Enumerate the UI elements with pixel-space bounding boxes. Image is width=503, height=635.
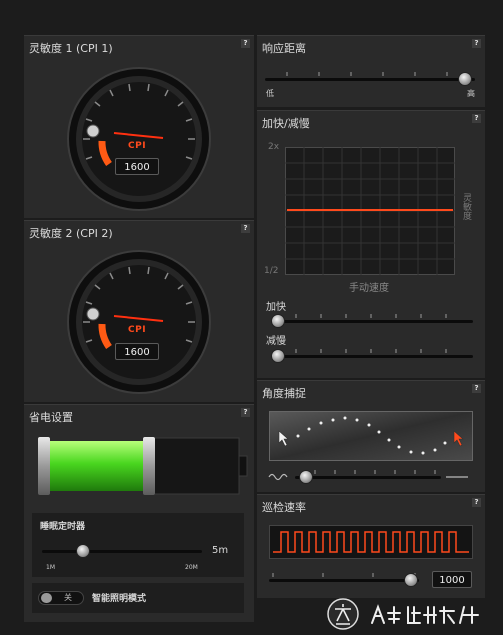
- accel-slider[interactable]: [271, 320, 473, 323]
- polling-slider[interactable]: [269, 579, 419, 582]
- response-low-label: 低: [266, 89, 274, 98]
- toggle-state: 关: [64, 593, 72, 602]
- cpi2-label: CPI: [128, 325, 147, 335]
- help-icon[interactable]: ?: [472, 498, 481, 507]
- sleep-timer-title: 睡眠定时器: [40, 522, 86, 532]
- angle-ticks: [314, 470, 436, 474]
- response-high-label: 高: [467, 89, 475, 98]
- smart-lighting-row: 关 智能照明模式: [32, 583, 244, 613]
- accel-curve-graph: [285, 147, 455, 275]
- sleep-timer-slider[interactable]: [42, 550, 202, 553]
- sensitivity1-title: 灵敏度 1 (CPI 1): [29, 42, 113, 55]
- sensitivity1-panel: 灵敏度 1 (CPI 1) ? CPI 1600: [24, 35, 254, 218]
- angle-slider-knob[interactable]: [299, 470, 313, 484]
- cpi2-dial[interactable]: [64, 247, 214, 397]
- straight-line-icon: [446, 476, 468, 478]
- decel-slider-label: 减慢: [266, 336, 286, 347]
- polling-title: 巡检速率: [262, 501, 306, 514]
- cpi1-label: CPI: [128, 141, 147, 151]
- response-slider-knob[interactable]: [458, 72, 472, 86]
- power-panel: 省电设置 ? 睡眠定时器 5m 1M 20M 关 智能照明模式: [24, 404, 254, 622]
- polling-slider-knob[interactable]: [404, 573, 418, 587]
- cpi1-dial[interactable]: [64, 64, 214, 214]
- sensitivity2-panel: 灵敏度 2 (CPI 2) ? CPI 1600: [24, 220, 254, 402]
- help-icon[interactable]: ?: [241, 408, 250, 417]
- angle-title: 角度捕捉: [262, 387, 306, 400]
- sleep-timer-slider-knob[interactable]: [76, 544, 90, 558]
- decel-slider-knob[interactable]: [271, 349, 285, 363]
- decel-ticks: [295, 349, 447, 353]
- smart-lighting-label: 智能照明模式: [92, 594, 147, 604]
- decel-slider[interactable]: [271, 355, 473, 358]
- polling-ticks: [272, 573, 416, 577]
- sleep-timer-box: 睡眠定时器 5m 1M 20M: [32, 513, 244, 577]
- angle-slider[interactable]: [295, 476, 441, 479]
- cpi2-value-field[interactable]: 1600: [115, 343, 159, 360]
- response-panel: 响应距离 ? 低 高: [257, 35, 485, 107]
- sleep-timer-max-label: 20M: [185, 564, 198, 571]
- sleep-timer-min-label: 1M: [46, 564, 55, 571]
- watermark: [320, 593, 503, 635]
- angle-preview: [269, 411, 473, 461]
- accel-slider-knob[interactable]: [271, 314, 285, 328]
- toggle-knob: [41, 593, 52, 603]
- polling-value-field[interactable]: 1000: [432, 571, 472, 588]
- wave-icon: [268, 473, 288, 481]
- help-icon[interactable]: ?: [241, 39, 250, 48]
- watermark-text-logo: [371, 604, 479, 624]
- accel-y-bottom-label: 1/2: [264, 266, 279, 276]
- response-ticks: [286, 72, 448, 76]
- help-icon[interactable]: ?: [472, 384, 481, 393]
- help-icon[interactable]: ?: [241, 224, 250, 233]
- accel-ticks: [295, 314, 447, 318]
- power-title: 省电设置: [29, 411, 73, 424]
- response-title: 响应距离: [262, 42, 306, 55]
- accel-y-axis-label: 灵敏度: [461, 193, 471, 220]
- cpi1-value-field[interactable]: 1600: [115, 158, 159, 175]
- angle-panel: 角度捕捉 ?: [257, 380, 485, 492]
- polling-panel: 巡检速率 ? 1000: [257, 494, 485, 598]
- accel-panel: 加快/减慢 ? 2x 1/2 灵敏度 手动速度 加快 减慢: [257, 110, 485, 378]
- sleep-timer-value: 5m: [212, 545, 229, 556]
- accel-y-top-label: 2x: [268, 142, 280, 152]
- help-icon[interactable]: ?: [472, 114, 481, 123]
- accel-x-axis-label: 手动速度: [349, 283, 389, 294]
- response-slider[interactable]: [265, 78, 475, 81]
- sensitivity2-title: 灵敏度 2 (CPI 2): [29, 227, 113, 240]
- polling-waveform: [269, 525, 473, 559]
- smart-lighting-toggle[interactable]: 关: [38, 591, 84, 605]
- accel-title: 加快/减慢: [262, 117, 310, 130]
- help-icon[interactable]: ?: [472, 39, 481, 48]
- watermark-logo-icon: [327, 598, 359, 630]
- accel-slider-label: 加快: [266, 302, 286, 313]
- battery-icon: [38, 437, 248, 495]
